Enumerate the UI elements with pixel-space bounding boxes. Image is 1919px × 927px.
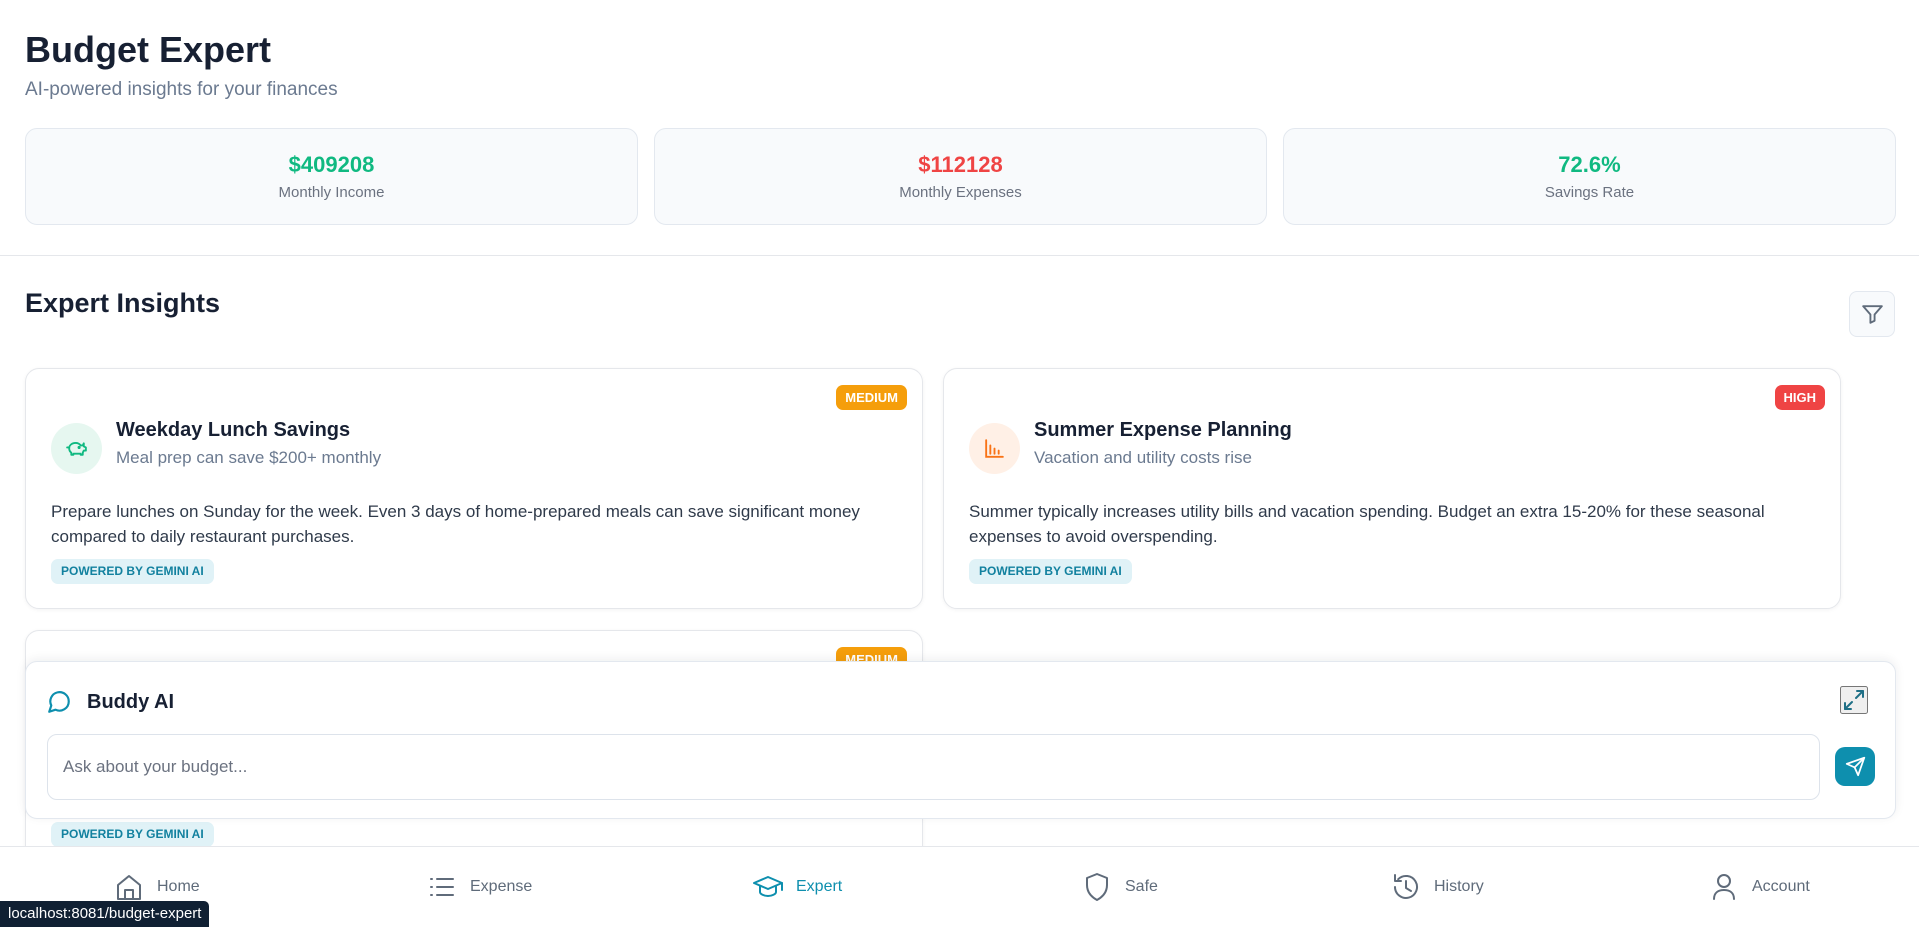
chat-input[interactable] xyxy=(47,734,1820,800)
priority-badge: MEDIUM xyxy=(836,385,907,410)
page-title: Budget Expert xyxy=(25,29,272,70)
buddy-ai-chat-panel: Buddy AI xyxy=(25,661,1896,819)
ai-tag: POWERED BY GEMINI AI xyxy=(51,822,214,847)
send-icon xyxy=(1845,756,1865,777)
savings-rate-label: Savings Rate xyxy=(1544,183,1635,201)
home-icon xyxy=(117,875,141,900)
section-divider xyxy=(0,255,1919,256)
monthly-expenses-label: Monthly Expenses xyxy=(899,183,1022,201)
user-icon xyxy=(1713,874,1735,900)
insight-body: Summer typically increases utility bills… xyxy=(969,502,1765,546)
insight-card-summer-expense[interactable]: HIGH Summer Expense Planning Vacation an… xyxy=(943,368,1841,609)
monthly-expenses-value: $112128 xyxy=(918,151,1003,177)
monthly-expenses-card: $112128 Monthly Expenses xyxy=(654,128,1267,225)
insight-subtitle: Meal prep can save $200+ monthly xyxy=(116,448,382,467)
filter-icon xyxy=(1861,304,1883,324)
nav-expert[interactable]: Expert xyxy=(752,870,842,904)
nav-home[interactable]: Home xyxy=(113,870,200,904)
insight-title: Weekday Lunch Savings xyxy=(116,419,351,441)
expert-insights-title: Expert Insights xyxy=(25,288,221,318)
insight-card-weekday-lunch[interactable]: MEDIUM Weekday Lunch Savings Meal prep c… xyxy=(25,368,923,609)
insight-subtitle: Vacation and utility costs rise xyxy=(1034,448,1252,467)
expand-chat-button[interactable] xyxy=(1840,686,1868,714)
filter-button[interactable] xyxy=(1849,291,1895,337)
history-icon xyxy=(1394,874,1418,899)
nav-expert-label: Expert xyxy=(796,878,843,895)
shield-icon xyxy=(1086,873,1108,901)
insight-title: Summer Expense Planning xyxy=(1034,419,1292,441)
nav-account[interactable]: Account xyxy=(1708,870,1810,904)
expand-icon xyxy=(1844,690,1864,710)
savings-rate-card: 72.6% Savings Rate xyxy=(1283,128,1896,225)
chat-title: Buddy AI xyxy=(87,691,175,713)
nav-history[interactable]: History xyxy=(1390,870,1484,904)
monthly-income-label: Monthly Income xyxy=(278,183,385,201)
status-url: localhost:8081/budget-expert xyxy=(0,901,210,927)
list-icon xyxy=(430,878,454,896)
page-header: Budget Expert AI-powered insights for yo… xyxy=(25,28,338,102)
send-button[interactable] xyxy=(1835,747,1875,786)
savings-rate-value: 72.6% xyxy=(1558,151,1621,177)
ai-tag: POWERED BY GEMINI AI xyxy=(51,559,214,584)
nav-expense-label: Expense xyxy=(470,878,533,895)
piggy-bank-icon xyxy=(51,423,102,474)
nav-expense[interactable]: Expense xyxy=(426,870,532,904)
graduation-cap-icon xyxy=(753,876,783,897)
page-subtitle: AI-powered insights for your finances xyxy=(25,79,338,100)
summary-stats: $409208 Monthly Income $112128 Monthly E… xyxy=(25,128,1896,225)
monthly-income-value: $409208 xyxy=(288,151,375,177)
nav-safe-label: Safe xyxy=(1125,878,1158,895)
monthly-income-card: $409208 Monthly Income xyxy=(25,128,638,225)
bottom-navigation: Home Expense Expert Safe History Account xyxy=(0,846,1919,927)
nav-account-label: Account xyxy=(1752,878,1810,895)
priority-badge: HIGH xyxy=(1774,385,1825,410)
ai-tag: POWERED BY GEMINI AI xyxy=(969,559,1132,584)
chart-icon xyxy=(969,423,1020,474)
nav-history-label: History xyxy=(1434,878,1484,895)
nav-home-label: Home xyxy=(157,878,200,895)
nav-safe[interactable]: Safe xyxy=(1081,870,1158,904)
insight-body: Prepare lunches on Sunday for the week. … xyxy=(51,502,860,546)
chat-bubble-icon xyxy=(48,691,70,713)
